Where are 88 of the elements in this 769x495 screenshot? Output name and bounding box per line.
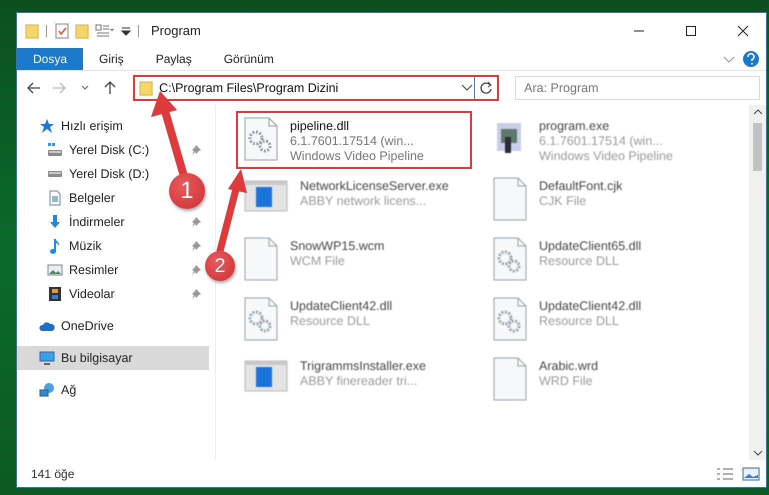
sidebar-item[interactable]: Yerel Disk (D:): [17, 162, 158, 186]
minimize-icon: [634, 30, 644, 32]
file-detail: CJK File: [539, 194, 588, 208]
folder-icon: [25, 22, 39, 38]
file-detail: 6.1.7601.17514 (win...: [539, 134, 664, 148]
file-tile[interactable]: program.exe 6.1.7601.17514 (win... Windows Video Pipeline: [485, 111, 721, 169]
refresh-icon: [479, 81, 494, 95]
ribbon-tab[interactable]: Paylaş: [140, 48, 208, 70]
file-detail: 6.1.7601.17514 (win...: [290, 134, 415, 148]
file-detail: Resource DLL: [290, 314, 371, 328]
file-detail: Resource DLL: [539, 314, 620, 328]
file-detail: Windows Video Pipeline: [539, 149, 673, 163]
pin-icon: [191, 241, 201, 251]
address-path: C:\Program Files\Program Dizini: [159, 81, 340, 95]
file-name: NetworkLicenseServer.exe: [300, 179, 449, 193]
star-icon: [39, 118, 55, 134]
file-name: UpdateClient42.dll: [539, 299, 642, 313]
scroll-thumb[interactable]: [753, 123, 762, 171]
up-arrow-icon: [104, 81, 116, 95]
film-icon: [47, 286, 63, 302]
maximize-icon: [686, 26, 696, 36]
file-name: TrigrammsInstaller.exe: [300, 359, 426, 373]
sidebar-item[interactable]: Belgeler: [17, 186, 123, 210]
sidebar-item[interactable]: OneDrive: [17, 314, 209, 338]
download-icon: [47, 214, 63, 230]
properties-icon[interactable]: [95, 22, 115, 38]
sidebar-item[interactable]: İndirmeler: [17, 210, 209, 234]
monitor-icon: [39, 350, 55, 366]
file-name: Arabic.wrd: [539, 359, 598, 373]
file-detail: WCM File: [290, 254, 346, 268]
file-detail: ABBY finereader tri...: [300, 374, 418, 388]
window-title: Program: [151, 23, 202, 38]
settings-file-icon: [244, 117, 278, 161]
file-tile[interactable]: UpdateClient42.dll Resource DLL: [236, 291, 472, 349]
file-name: UpdateClient65.dll: [539, 239, 642, 253]
settings-file-icon: [244, 297, 278, 341]
blank-file-icon: [244, 237, 278, 281]
file-name: SnowWP15.wcm: [290, 239, 384, 253]
ribbon-tab[interactable]: Görünüm: [208, 48, 290, 70]
image-icon: [47, 262, 63, 278]
settings-file-icon: [493, 237, 527, 281]
checklist-icon[interactable]: [55, 22, 69, 38]
separator-icon: [45, 24, 49, 38]
item-count: 141 öğe: [31, 466, 76, 480]
file-tile[interactable]: UpdateClient42.dll Resource DLL: [485, 291, 721, 349]
folder-icon: [139, 80, 154, 96]
file-detail: Windows Video Pipeline: [290, 149, 424, 163]
file-detail: ABBY network licens...: [300, 194, 428, 208]
document-icon: [47, 190, 63, 206]
file-name: UpdateClient42.dll: [290, 299, 392, 313]
separator-icon: [137, 24, 141, 38]
sidebar-item[interactable]: Ağ: [17, 378, 209, 402]
file-name: DefaultFont.cjk: [539, 179, 622, 193]
search-field[interactable]: Ara: Program: [515, 76, 760, 100]
highlighted-file-tile[interactable]: pipeline.dll 6.1.7601.17514 (win... Windows Video Pipeline: [236, 111, 472, 169]
file-detail: Resource DLL: [539, 254, 620, 268]
step-number: 1: [169, 173, 205, 209]
ribbon-tab[interactable]: Dosya: [17, 48, 84, 70]
pin-icon: [191, 217, 201, 227]
drive-icon: [47, 142, 63, 158]
sidebar-item[interactable]: Bu bilgisayar: [17, 346, 209, 370]
file-tile[interactable]: Arabic.wrd WRD File: [485, 351, 721, 409]
sidebar-item[interactable]: Videolar: [17, 282, 209, 306]
pin-icon: [191, 145, 201, 155]
back-arrow-icon: [26, 82, 41, 94]
sidebar-item[interactable]: Yerel Disk (C:): [17, 138, 209, 162]
file-name: pipeline.dll: [290, 119, 350, 133]
network-icon: [39, 382, 55, 398]
forward-arrow-icon: [52, 82, 66, 94]
settings-file-icon: [493, 297, 527, 341]
pin-icon: [191, 289, 201, 299]
ribbon-tab[interactable]: Giriş: [83, 48, 140, 70]
drive-icon: [47, 170, 63, 178]
chevron-down-icon: [80, 85, 89, 91]
pin-icon: [191, 265, 201, 275]
dropdown-icon[interactable]: [121, 24, 131, 36]
details-view-icon[interactable]: [716, 466, 734, 480]
large-icons-view-icon[interactable]: [742, 466, 760, 480]
file-tile[interactable]: DefaultFont.cjk CJK File: [485, 171, 721, 229]
step-number: 2: [205, 251, 235, 281]
sidebar-item[interactable]: Hızlı erişim: [17, 114, 209, 138]
blank-file-icon: [493, 357, 527, 401]
file-name: program.exe: [539, 119, 610, 133]
close-icon: [737, 24, 749, 36]
file-tile[interactable]: UpdateClient65.dll Resource DLL: [485, 231, 721, 289]
blank-file-icon: [493, 177, 527, 221]
chevron-down-icon[interactable]: [460, 83, 474, 93]
file-detail: WRD File: [539, 374, 594, 388]
